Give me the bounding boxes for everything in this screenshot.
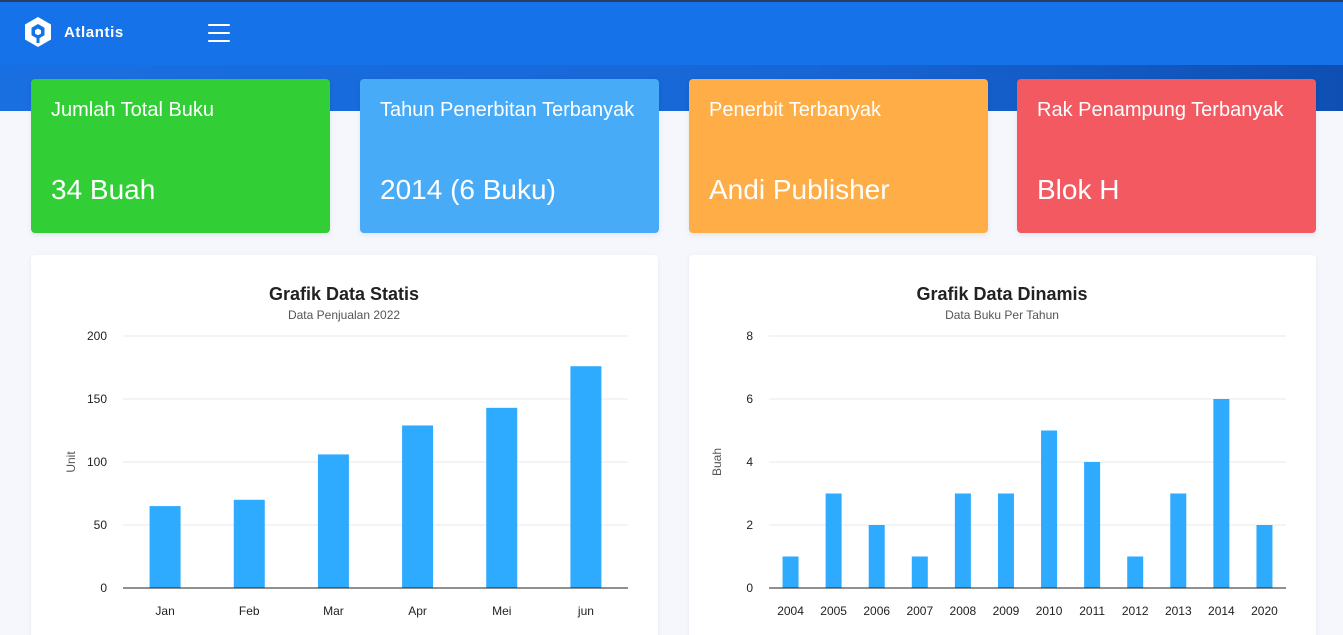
bar: [1256, 525, 1273, 588]
bar: [402, 425, 434, 588]
x-tick-label: 2011: [1079, 604, 1105, 618]
x-tick-label: 2010: [1036, 604, 1063, 618]
stat-card-top-publisher: Penerbit Terbanyak Andi Publisher: [689, 79, 988, 233]
y-tick-label: 6: [746, 392, 753, 406]
x-tick-label: jun: [577, 604, 594, 618]
brand[interactable]: Atlantis: [22, 16, 124, 48]
x-tick-label: Jan: [155, 604, 174, 618]
y-tick-label: 50: [94, 518, 108, 532]
brand-name: Atlantis: [64, 23, 124, 41]
y-tick-label: 4: [746, 455, 753, 469]
bar: [997, 493, 1014, 588]
x-tick-label: 2013: [1165, 604, 1192, 618]
chart-title: Grafik Data Dinamis: [916, 284, 1087, 304]
y-tick-label: 0: [746, 581, 753, 595]
bar: [825, 493, 842, 588]
x-tick-label: 2012: [1122, 604, 1149, 618]
chart-subtitle: Data Buku Per Tahun: [945, 308, 1059, 322]
x-tick-label: Mei: [492, 604, 511, 618]
x-tick-label: Mar: [323, 604, 344, 618]
stat-card-top-year: Tahun Penerbitan Terbanyak 2014 (6 Buku): [360, 79, 659, 233]
stat-card-total-books: Jumlah Total Buku 34 Buah: [31, 79, 330, 233]
bar: [149, 506, 181, 588]
bar: [868, 525, 885, 588]
x-tick-label: 2009: [993, 604, 1020, 618]
y-tick-label: 200: [87, 329, 107, 343]
y-tick-label: 8: [746, 329, 753, 343]
x-tick-label: 2014: [1208, 604, 1235, 618]
bar: [1170, 493, 1187, 588]
x-tick-label: 2008: [950, 604, 977, 618]
y-tick-label: 150: [87, 392, 107, 406]
y-axis-label: Buah: [710, 448, 724, 476]
stat-card-value: Andi Publisher: [709, 174, 890, 205]
stat-card-value: Blok H: [1037, 174, 1120, 205]
x-tick-label: 2004: [777, 604, 804, 618]
top-navbar: Atlantis: [0, 0, 1343, 65]
x-tick-label: 2006: [863, 604, 890, 618]
bar: [317, 454, 349, 588]
stat-card-title: Jumlah Total Buku: [51, 99, 215, 121]
chart-title: Grafik Data Statis: [269, 284, 419, 304]
stat-card-value: 34 Buah: [51, 174, 156, 205]
stat-card-title: Penerbit Terbanyak: [709, 99, 881, 121]
chart-card-static: Grafik Data Statis Data Penjualan 2022 0 50…: [31, 255, 658, 635]
menu-toggle-icon[interactable]: [208, 24, 230, 42]
bar: [1041, 430, 1058, 588]
y-tick-label: 2: [746, 518, 753, 532]
bar: [1213, 399, 1230, 588]
y-tick-label: 100: [87, 455, 107, 469]
stat-card-title: Tahun Penerbitan Terbanyak: [380, 99, 635, 121]
dynamic-books-chart: Grafik Data Dinamis Data Buku Per Tahun 0 2…: [710, 284, 1286, 618]
bar: [486, 407, 518, 588]
y-axis-label: Unit: [64, 451, 78, 473]
bar: [782, 556, 799, 588]
chart-subtitle: Data Penjualan 2022: [288, 308, 400, 322]
x-tick-label: Apr: [408, 604, 427, 618]
stat-card-title: Rak Penampung Terbanyak: [1037, 99, 1284, 121]
stat-card-top-shelf: Rak Penampung Terbanyak Blok H: [1017, 79, 1316, 233]
bar: [1084, 462, 1101, 588]
chart-card-dynamic: Grafik Data Dinamis Data Buku Per Tahun 0 2…: [689, 255, 1316, 635]
bar: [954, 493, 971, 588]
x-tick-label: 2005: [820, 604, 847, 618]
x-tick-label: 2020: [1251, 604, 1278, 618]
atlantis-logo-icon: [25, 17, 51, 47]
bar: [1127, 556, 1144, 588]
x-tick-label: Feb: [239, 604, 260, 618]
bar: [233, 499, 265, 588]
stat-card-value: 2014 (6 Buku): [380, 174, 556, 205]
x-tick-label: 2007: [906, 604, 933, 618]
bar: [911, 556, 928, 588]
static-sales-chart: Grafik Data Statis Data Penjualan 2022 0 50…: [64, 284, 628, 618]
y-tick-label: 0: [100, 581, 107, 595]
bar: [570, 366, 602, 588]
